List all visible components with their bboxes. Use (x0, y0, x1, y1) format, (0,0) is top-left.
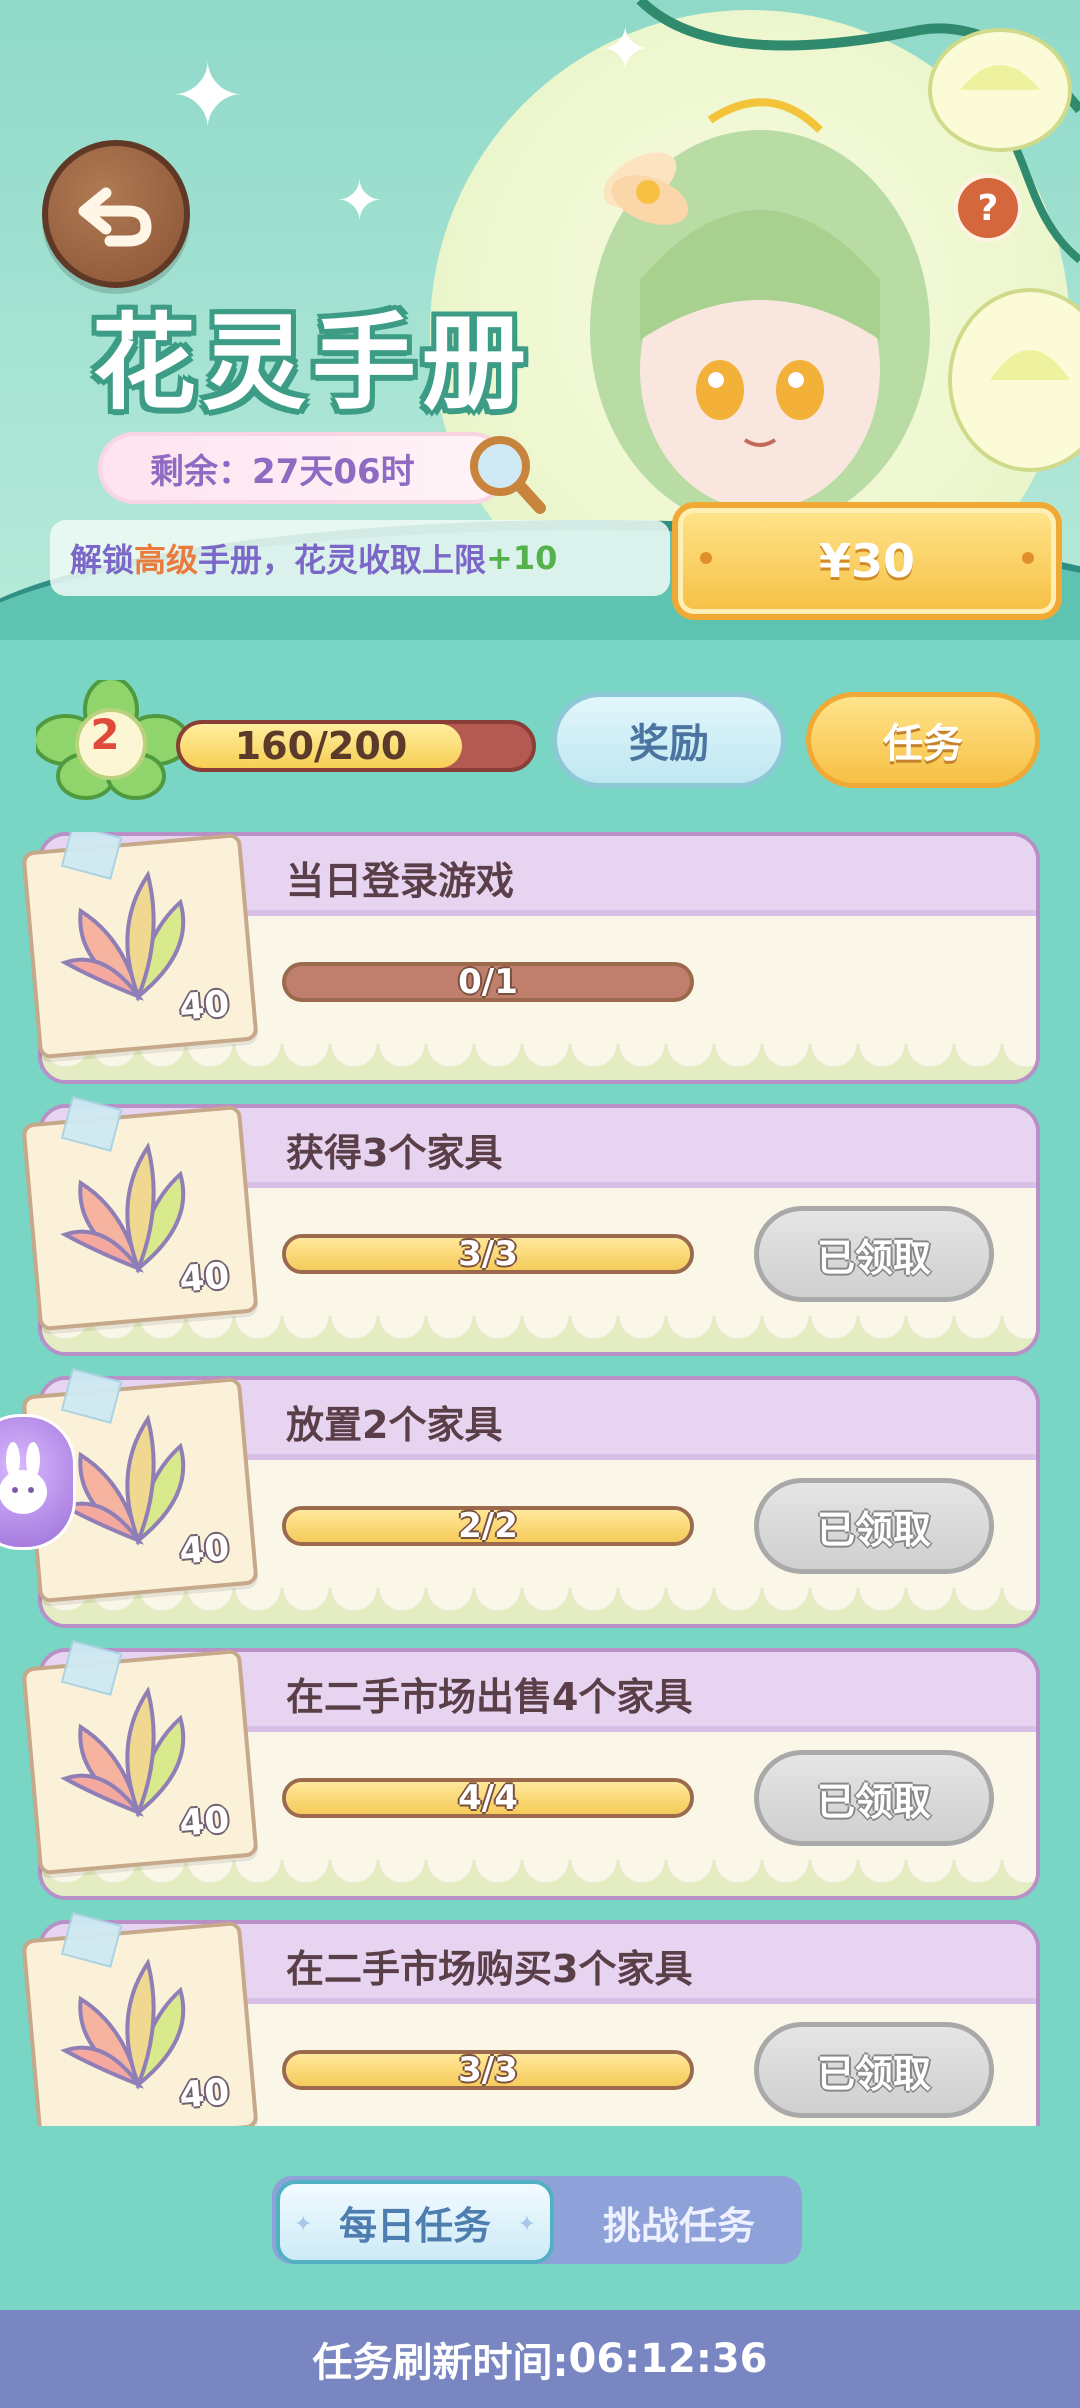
unlock-highlight: 高级 (134, 541, 199, 579)
level-number: 2 (90, 710, 120, 759)
card-scallop (42, 1044, 1036, 1080)
unlock-premium-banner: 解锁 高级 手册，花灵收取上限 +10 (50, 520, 670, 596)
decor-dot (700, 552, 712, 564)
remaining-time: 27天06时 (252, 451, 415, 492)
xp-progress-text: 160/200 (234, 724, 408, 768)
purchase-button[interactable]: ¥30 (672, 502, 1062, 620)
back-button[interactable] (42, 140, 190, 288)
task-progress-text: 3/3 (458, 2050, 518, 2090)
task-progress-text: 2/2 (458, 1506, 518, 1546)
help-button[interactable]: ? (954, 174, 1022, 242)
floating-assistant-button[interactable] (0, 1414, 76, 1550)
task-title: 放置2个家具 (286, 1403, 503, 1447)
unlock-bonus: +10 (486, 539, 558, 577)
reward-amount: 40 (177, 2071, 232, 2117)
unlock-text: 解锁 (70, 541, 135, 579)
task-title: 获得3个家具 (286, 1131, 503, 1175)
refresh-timer-bar: 任务刷新时间: 06:12:36 (0, 2310, 1080, 2408)
tab-rewards[interactable]: 奖励 (552, 692, 786, 788)
diamond-icon: ✦ (517, 2212, 536, 2237)
diamond-icon: ✦ (294, 2212, 313, 2237)
unlock-text: 手册，花灵收取上限 (198, 541, 487, 579)
bunny-icon (0, 1442, 47, 1514)
reward-amount: 40 (177, 1527, 232, 1573)
card-scallop (42, 1588, 1036, 1624)
card-scallop (42, 1316, 1036, 1352)
reward-tile: 40 (21, 1911, 259, 2126)
task-title: 在二手市场出售4个家具 (286, 1675, 693, 1719)
task-progress-text: 4/4 (458, 1778, 518, 1818)
refresh-label: 任务刷新时间: (312, 2340, 569, 2386)
claimed-button[interactable]: 已领取 (754, 2022, 994, 2118)
back-arrow-icon (78, 187, 152, 247)
refresh-time: 06:12:36 (568, 2336, 768, 2382)
remaining-time-pill: 剩余： 27天06时 (98, 432, 508, 504)
sparkle-icon: ✦ (336, 169, 383, 234)
claimed-button[interactable]: 已领取 (754, 1750, 994, 1846)
reward-tile: 40 (21, 1095, 259, 1332)
card-scallop (42, 1860, 1036, 1896)
reward-tile: 40 (21, 1639, 259, 1876)
tab-daily-tasks[interactable]: ✦ 每日任务 ✦ (276, 2180, 554, 2264)
reward-amount: 40 (177, 1799, 232, 1845)
task-progress-text: 0/1 (458, 962, 518, 1002)
claimed-button[interactable]: 已领取 (754, 1206, 994, 1302)
help-icon: ? (977, 187, 999, 229)
reward-amount: 40 (177, 1255, 232, 1301)
task-title: 当日登录游戏 (286, 859, 515, 903)
decor-dot (1022, 552, 1034, 564)
sparkle-icon: ✦ (600, 15, 651, 85)
reward-amount: 40 (177, 983, 232, 1029)
tab-daily-label: 每日任务 (338, 2203, 491, 2248)
price-label: ¥30 (818, 534, 916, 588)
claimed-button[interactable]: 已领取 (754, 1478, 994, 1574)
task-list[interactable]: 当日登录游戏 0/1 获得3个家具 3/3 已领取 放置2个家具 2/2 已领取… (0, 832, 1080, 2126)
tab-tasks[interactable]: 任务 (806, 692, 1040, 788)
remaining-label: 剩余： (150, 451, 252, 492)
sparkle-icon: ✦ (170, 44, 246, 149)
reward-tile: 40 (21, 832, 259, 1060)
tab-challenge-tasks[interactable]: 挑战任务 (556, 2180, 802, 2264)
header-banner: ✦ ✦ ✦ ? 花灵手册 剩余： 27天06时 解锁 高级 手册，花灵收取上限 +10… (0, 0, 1080, 640)
page-title: 花灵手册 (92, 302, 533, 424)
task-progress-text: 3/3 (458, 1234, 518, 1274)
task-title: 在二手市场购买3个家具 (286, 1947, 693, 1991)
magnifier-icon[interactable] (466, 432, 546, 516)
